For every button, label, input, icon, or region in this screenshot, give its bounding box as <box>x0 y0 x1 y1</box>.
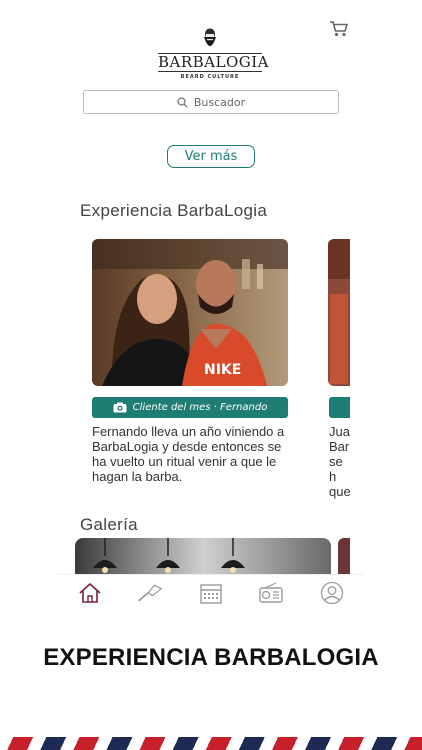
calendar-icon[interactable] <box>198 580 224 606</box>
card-photo[interactable] <box>328 239 350 386</box>
caption-text: Cliente del mes · Fernando <box>132 402 268 413</box>
galeria-title: Galería <box>80 515 138 534</box>
experiencia-title: Experiencia BarbaLogia <box>80 201 268 220</box>
camera-icon <box>113 402 127 413</box>
bottom-tab-bar <box>58 574 364 610</box>
card-text: Fernando lleva un año viniendo a BarbaLo… <box>92 424 285 484</box>
logo-subtitle: BEARD CULTURE <box>180 74 240 80</box>
ver-mas-button[interactable]: Ver más <box>167 145 255 168</box>
brand-logo: BARBALOGIA BEARD CULTURE <box>158 28 270 84</box>
card-photo[interactable]: NIKE <box>92 239 288 386</box>
home-icon[interactable] <box>77 580 103 606</box>
cart-icon[interactable] <box>329 20 349 38</box>
search-input[interactable]: Buscador <box>83 90 339 114</box>
radio-icon[interactable] <box>258 580 284 606</box>
svg-text:NIKE: NIKE <box>204 362 241 378</box>
logo-text: BARBALOGIA <box>158 53 270 72</box>
gallery-photo[interactable] <box>338 538 350 574</box>
card-caption <box>329 397 350 418</box>
card-caption: Cliente del mes · Fernando <box>92 397 288 418</box>
search-placeholder: Buscador <box>193 95 246 109</box>
bearded-man-icon <box>204 28 216 46</box>
barber-stripe <box>0 737 422 750</box>
razor-icon[interactable] <box>137 580 163 606</box>
card-text: Juan Barb se h que <box>329 424 350 499</box>
search-icon <box>177 96 188 107</box>
gallery-photo[interactable] <box>75 538 331 574</box>
profile-icon[interactable] <box>319 580 345 606</box>
promo-title: EXPERIENCIA BARBALOGIA <box>43 644 379 671</box>
